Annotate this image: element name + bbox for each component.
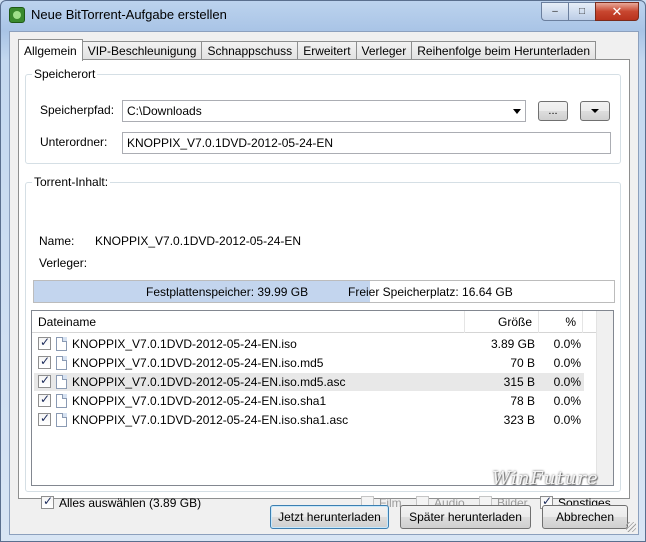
file-name: KNOPPIX_V7.0.1DVD-2012-05-24-EN.iso <box>72 337 297 351</box>
tab-reihenfolge[interactable]: Reihenfolge beim Herunterladen <box>411 41 597 60</box>
file-name: KNOPPIX_V7.0.1DVD-2012-05-24-EN.iso.md5.… <box>72 375 346 389</box>
resize-grip-icon[interactable] <box>626 522 636 532</box>
file-checkbox[interactable] <box>38 354 51 369</box>
free-space-text: Freier Speicherplatz: 16.64 GB <box>348 285 513 299</box>
tab-vip-beschleunigung[interactable]: VIP-Beschleunigung <box>81 41 203 60</box>
file-percent: 0.0% <box>553 394 581 408</box>
browse-button[interactable]: ... <box>538 101 568 121</box>
column-header-percent[interactable]: % <box>539 311 583 333</box>
column-header-dateiname[interactable]: Dateiname <box>32 311 465 333</box>
file-list[interactable]: Dateiname Größe % KNOPPIX_V7.0.1DVD-2012… <box>31 310 614 486</box>
file-icon <box>56 413 67 427</box>
file-size: 323 B <box>503 413 535 427</box>
name-label: Name: <box>39 234 75 248</box>
file-name: KNOPPIX_V7.0.1DVD-2012-05-24-EN.iso.sha1 <box>72 394 327 408</box>
table-row[interactable]: KNOPPIX_V7.0.1DVD-2012-05-24-EN.iso.md5 … <box>34 354 584 372</box>
unterordner-input[interactable]: KNOPPIX_V7.0.1DVD-2012-05-24-EN <box>122 132 611 154</box>
download-now-button[interactable]: Jetzt herunterladen <box>270 505 389 529</box>
file-icon <box>56 356 67 370</box>
dialog-client-area: Allgemein VIP-Beschleunigung Schnappschu… <box>9 31 639 535</box>
file-percent: 0.0% <box>553 413 581 427</box>
file-icon <box>56 375 67 389</box>
maximize-button[interactable]: □ <box>568 2 595 21</box>
file-list-header: Dateiname Größe % <box>32 311 613 333</box>
speicherpfad-label: Speicherpfad: <box>40 103 115 117</box>
file-icon <box>56 394 67 408</box>
file-checkbox[interactable] <box>38 411 51 426</box>
chevron-down-icon[interactable] <box>513 109 521 114</box>
file-size: 315 B <box>503 375 535 389</box>
file-percent: 0.0% <box>553 375 581 389</box>
cancel-button[interactable]: Abbrechen <box>542 505 628 529</box>
table-row[interactable]: KNOPPIX_V7.0.1DVD-2012-05-24-EN.iso.sha1… <box>34 392 584 410</box>
close-button[interactable]: ✕ <box>595 2 639 21</box>
bittorrent-app-icon <box>9 7 25 23</box>
torrent-content-legend: Torrent-Inhalt: <box>32 175 111 189</box>
file-list-scrollbar[interactable] <box>596 311 613 485</box>
tab-allgemein[interactable]: Allgemein <box>18 39 83 61</box>
dialog-window: Neue BitTorrent-Aufgabe erstellen – □ ✕ … <box>0 0 646 542</box>
file-percent: 0.0% <box>553 337 581 351</box>
download-later-button[interactable]: Später herunterladen <box>400 505 531 529</box>
tab-verleger[interactable]: Verleger <box>355 41 413 60</box>
speicherort-group: Speicherort Speicherpfad: C:\Downloads .… <box>25 67 621 164</box>
select-all-label[interactable]: Alles auswählen (3.89 GB) <box>59 496 201 510</box>
path-history-dropdown-button[interactable] <box>580 101 610 121</box>
watermark-logo: WinFuture <box>492 468 599 489</box>
window-title: Neue BitTorrent-Aufgabe erstellen <box>31 7 227 22</box>
tab-strip: Allgemein VIP-Beschleunigung Schnappschu… <box>18 38 597 61</box>
file-percent: 0.0% <box>553 356 581 370</box>
file-size: 70 B <box>510 356 535 370</box>
disk-space-text: Festplattenspeicher: 39.99 GB <box>146 285 309 299</box>
speicherort-legend: Speicherort <box>32 67 98 81</box>
file-checkbox[interactable] <box>38 335 51 350</box>
tab-erweitert[interactable]: Erweitert <box>297 41 357 60</box>
file-size: 3.89 GB <box>490 337 535 351</box>
chevron-down-icon <box>591 109 599 113</box>
file-checkbox[interactable] <box>38 392 51 407</box>
minimize-button[interactable]: – <box>541 2 568 21</box>
speicherpfad-value: C:\Downloads <box>127 104 202 118</box>
title-bar[interactable]: Neue BitTorrent-Aufgabe erstellen – □ ✕ <box>1 1 645 29</box>
torrent-name-value: KNOPPIX_V7.0.1DVD-2012-05-24-EN <box>95 234 302 248</box>
column-header-groesse[interactable]: Größe <box>465 311 539 333</box>
table-row[interactable]: KNOPPIX_V7.0.1DVD-2012-05-24-EN.iso.md5.… <box>34 373 584 391</box>
file-name: KNOPPIX_V7.0.1DVD-2012-05-24-EN.iso.sha1… <box>72 413 349 427</box>
unterordner-label: Unterordner: <box>40 135 108 149</box>
file-name: KNOPPIX_V7.0.1DVD-2012-05-24-EN.iso.md5 <box>72 356 324 370</box>
file-size: 78 B <box>510 394 535 408</box>
file-icon <box>56 337 67 351</box>
tab-panel-allgemein: Speicherort Speicherpfad: C:\Downloads .… <box>18 59 630 510</box>
table-row[interactable]: KNOPPIX_V7.0.1DVD-2012-05-24-EN.iso 3.89… <box>34 335 584 353</box>
speicherpfad-combobox[interactable]: C:\Downloads <box>122 100 526 122</box>
tab-schnappschuss[interactable]: Schnappschuss <box>201 41 299 60</box>
verleger-label: Verleger: <box>39 256 88 270</box>
table-row[interactable]: KNOPPIX_V7.0.1DVD-2012-05-24-EN.iso.sha1… <box>34 411 584 429</box>
select-all-checkbox[interactable] <box>41 494 54 509</box>
disk-space-bar: Festplattenspeicher: 39.99 GB Freier Spe… <box>33 280 615 303</box>
file-checkbox[interactable] <box>38 373 51 388</box>
